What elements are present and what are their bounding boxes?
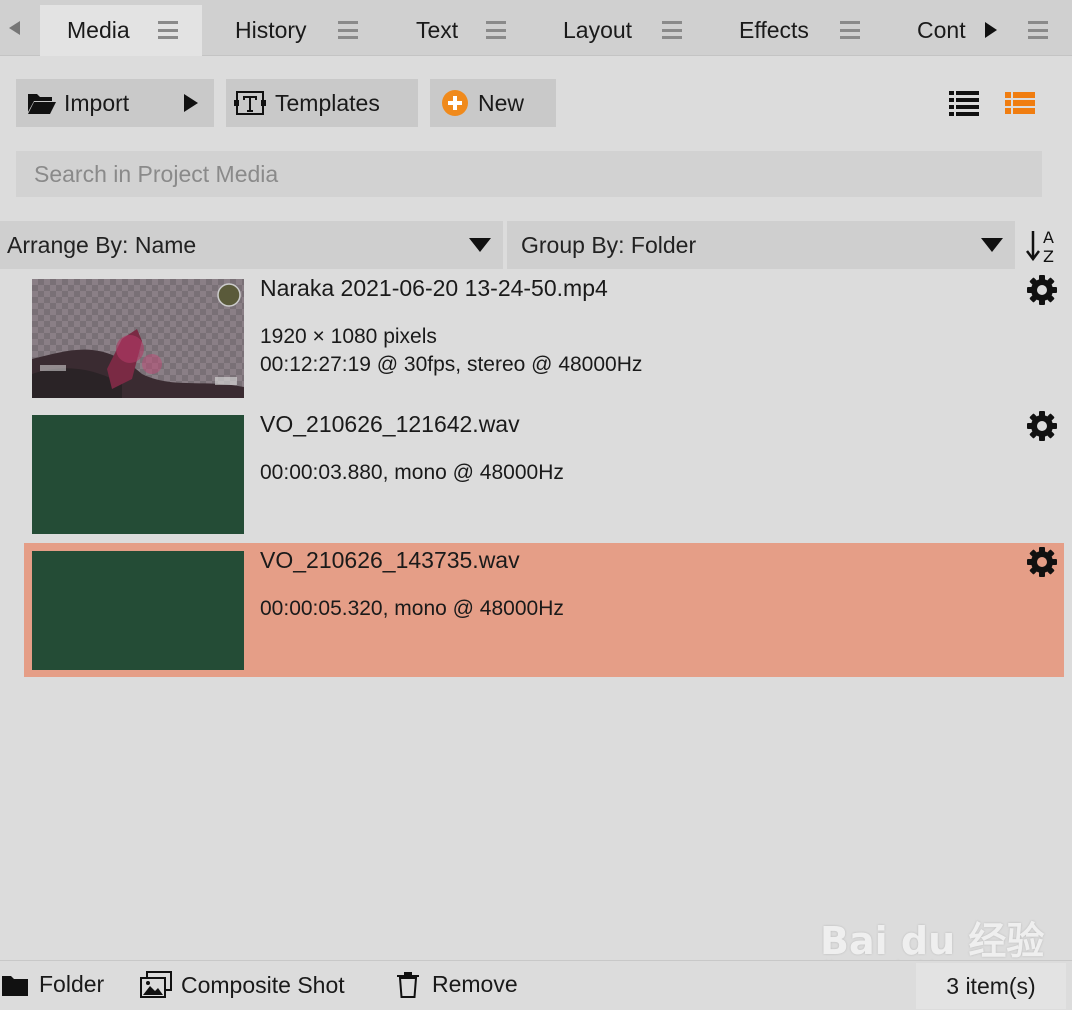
folder-icon: [2, 975, 28, 996]
menu-icon[interactable]: [1028, 21, 1048, 39]
svg-text:A: A: [1043, 228, 1054, 247]
composite-shot-button[interactable]: Composite Shot: [140, 971, 345, 999]
remove-button[interactable]: Remove: [396, 971, 518, 998]
tab-effects[interactable]: Effects: [704, 5, 880, 56]
media-duration-info: 00:00:05.320, mono @ 48000Hz: [260, 597, 564, 620]
scroll-left-icon: [8, 21, 20, 35]
audio-thumbnail: [32, 415, 244, 534]
tab-label: History: [235, 17, 307, 43]
folder-button[interactable]: Folder: [2, 971, 104, 998]
folder-label: Folder: [39, 971, 105, 997]
new-label: New: [478, 89, 525, 116]
media-item-selected[interactable]: VO_210626_143735.wav 00:00:05.320, mono …: [24, 543, 1064, 677]
composite-shot-icon: [140, 971, 172, 998]
tab-label: Cont: [917, 17, 966, 43]
search-input[interactable]: [16, 151, 1042, 197]
video-thumbnail: [32, 279, 244, 398]
expand-arrow-icon: [184, 94, 198, 112]
detail-view-icon[interactable]: [1005, 90, 1035, 116]
audio-thumbnail: [32, 551, 244, 670]
import-label: Import: [64, 89, 130, 116]
add-circle-icon: [442, 90, 468, 116]
arrange-by-label: Arrange By: Name: [7, 231, 197, 258]
group-by-dropdown[interactable]: Group By: Folder: [507, 221, 1015, 269]
tab-history[interactable]: History: [202, 5, 372, 56]
dropdown-arrow-icon: [981, 238, 1003, 252]
import-button[interactable]: Import: [16, 79, 214, 127]
video-frame-image: [32, 283, 244, 398]
dropdown-arrow-icon: [469, 238, 491, 252]
tab-menu-icon[interactable]: [840, 21, 860, 39]
media-resolution: 1920 × 1080 pixels: [260, 325, 437, 348]
sort-a-z-icon[interactable]: A Z: [1019, 221, 1067, 269]
gear-icon[interactable]: [1026, 546, 1058, 578]
gear-icon[interactable]: [1026, 274, 1058, 306]
tab-menu-icon[interactable]: [486, 21, 506, 39]
tab-menu-icon[interactable]: [158, 21, 178, 39]
list-view-icon[interactable]: [949, 90, 979, 116]
media-duration-info: 00:12:27:19 @ 30fps, stereo @ 48000Hz: [260, 353, 643, 376]
templates-label: Templates: [275, 89, 380, 116]
tab-label: Effects: [739, 17, 809, 43]
tab-menu-icon[interactable]: [662, 21, 682, 39]
templates-icon: [234, 91, 266, 115]
media-name: Naraka 2021-06-20 13-24-50.mp4: [260, 275, 608, 301]
remove-label: Remove: [432, 971, 518, 997]
tab-media[interactable]: Media: [40, 5, 202, 56]
folder-open-icon: [28, 94, 56, 114]
tab-scroll-right-icon[interactable]: [985, 22, 997, 38]
group-by-label: Group By: Folder: [521, 231, 697, 258]
tab-label: Text: [416, 17, 459, 43]
media-item[interactable]: Naraka 2021-06-20 13-24-50.mp4 1920 × 10…: [24, 271, 1064, 405]
arrange-by-dropdown[interactable]: Arrange By: Name: [0, 221, 503, 269]
watermark-brand: Bai du 经验: [820, 919, 1045, 963]
composite-shot-label: Composite Shot: [181, 971, 345, 998]
media-item[interactable]: VO_210626_121642.wav 00:00:03.880, mono …: [24, 407, 1064, 541]
tab-label: Media: [67, 17, 130, 43]
tab-cont[interactable]: Cont: [880, 5, 990, 56]
svg-text:Z: Z: [1043, 247, 1054, 266]
tab-label: Layout: [563, 17, 633, 43]
tab-text[interactable]: Text: [372, 5, 532, 56]
tab-scroll-left-button[interactable]: [0, 0, 28, 56]
panel-tab-bar: Media History Text Layout Effects Cont: [0, 0, 1072, 56]
templates-button[interactable]: Templates: [226, 79, 418, 127]
media-name: VO_210626_121642.wav: [260, 411, 520, 437]
media-name: VO_210626_143735.wav: [260, 547, 520, 573]
media-duration-info: 00:00:03.880, mono @ 48000Hz: [260, 461, 564, 484]
new-button[interactable]: New: [430, 79, 556, 127]
tab-menu-icon[interactable]: [338, 21, 358, 39]
footer-bar: Folder Composite Shot Remove: [0, 960, 1072, 1010]
trash-icon: [397, 971, 419, 998]
tab-overflow-menu[interactable]: [1018, 5, 1058, 56]
tab-layout[interactable]: Layout: [532, 5, 704, 56]
item-count: 3 item(s): [916, 963, 1066, 1009]
gear-icon[interactable]: [1026, 410, 1058, 442]
